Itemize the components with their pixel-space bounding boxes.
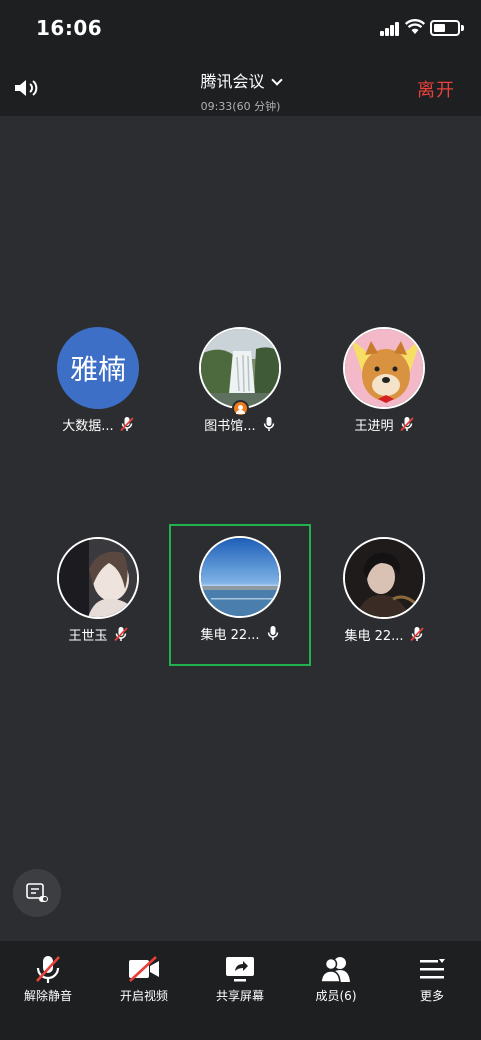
avatar (57, 537, 139, 619)
share-screen-label: 共享屏幕 (215, 989, 264, 1003)
participant-tile[interactable]: 王进明 (313, 315, 455, 457)
leave-button[interactable]: 离开 (417, 76, 455, 102)
battery-icon (430, 20, 464, 36)
status-bar: 16:06 (0, 0, 481, 58)
participant-tile[interactable]: 集电 22... (313, 525, 455, 667)
avatar (199, 536, 281, 618)
status-time: 16:06 (36, 16, 103, 40)
participant-name: 王世玉 (68, 629, 108, 644)
members-label: 成员(6) (315, 989, 357, 1003)
mic-muted-icon (113, 627, 128, 642)
share-screen-button[interactable]: 共享屏幕 (195, 953, 285, 1004)
avatar (343, 327, 425, 409)
share-screen-icon (226, 957, 254, 982)
mic-muted-icon (120, 417, 134, 432)
avatar (343, 537, 425, 619)
unmute-button[interactable]: 解除静音 (3, 953, 93, 1004)
start-video-button[interactable]: 开启视频 (99, 953, 189, 1004)
participant-tile[interactable]: 雅楠 大数据... (27, 315, 169, 457)
more-button[interactable]: 更多 (387, 953, 477, 1004)
unmute-label: 解除静音 (23, 989, 72, 1003)
meeting-title-area[interactable]: 腾讯会议 09:33(60 分钟) (0, 68, 481, 114)
mic-muted-icon (409, 627, 424, 642)
participant-name: 图书馆... (204, 419, 256, 434)
video-off-icon (129, 956, 159, 982)
meeting-title[interactable]: 腾讯会议 (200, 72, 264, 91)
participant-name: 集电 22... (344, 629, 404, 644)
avatar (199, 327, 281, 409)
members-icon (320, 957, 350, 983)
participant-tile[interactable]: 王世玉 (27, 525, 169, 667)
signal-icon (380, 22, 400, 36)
mic-icon (263, 417, 274, 431)
wifi-icon (405, 19, 425, 34)
participant-tile[interactable]: 图书馆... (169, 315, 311, 457)
members-button[interactable]: 成员(6) (291, 953, 381, 1004)
meeting-header: 腾讯会议 09:33(60 分钟) 离开 (0, 58, 481, 116)
participant-name: 集电 22... (200, 628, 260, 643)
mic-icon (267, 626, 278, 640)
participant-tile-active-speaker[interactable]: 集电 22... (169, 524, 311, 666)
mic-muted-icon (399, 417, 414, 432)
meeting-duration: 09:33(60 分钟) (200, 100, 281, 113)
start-video-label: 开启视频 (119, 989, 168, 1003)
more-menu-icon (420, 959, 445, 979)
participant-name: 大数据... (62, 419, 114, 434)
chat-button[interactable] (13, 869, 61, 917)
more-label: 更多 (419, 989, 444, 1003)
participant-name: 王进明 (354, 419, 394, 434)
bottom-toolbar: 解除静音 开启视频 共享屏幕 成员(6) 更多 (0, 941, 481, 1040)
avatar: 雅楠 (57, 327, 139, 409)
chat-icon (26, 883, 48, 902)
mic-muted-icon (36, 956, 60, 983)
chevron-down-icon[interactable] (270, 74, 283, 86)
